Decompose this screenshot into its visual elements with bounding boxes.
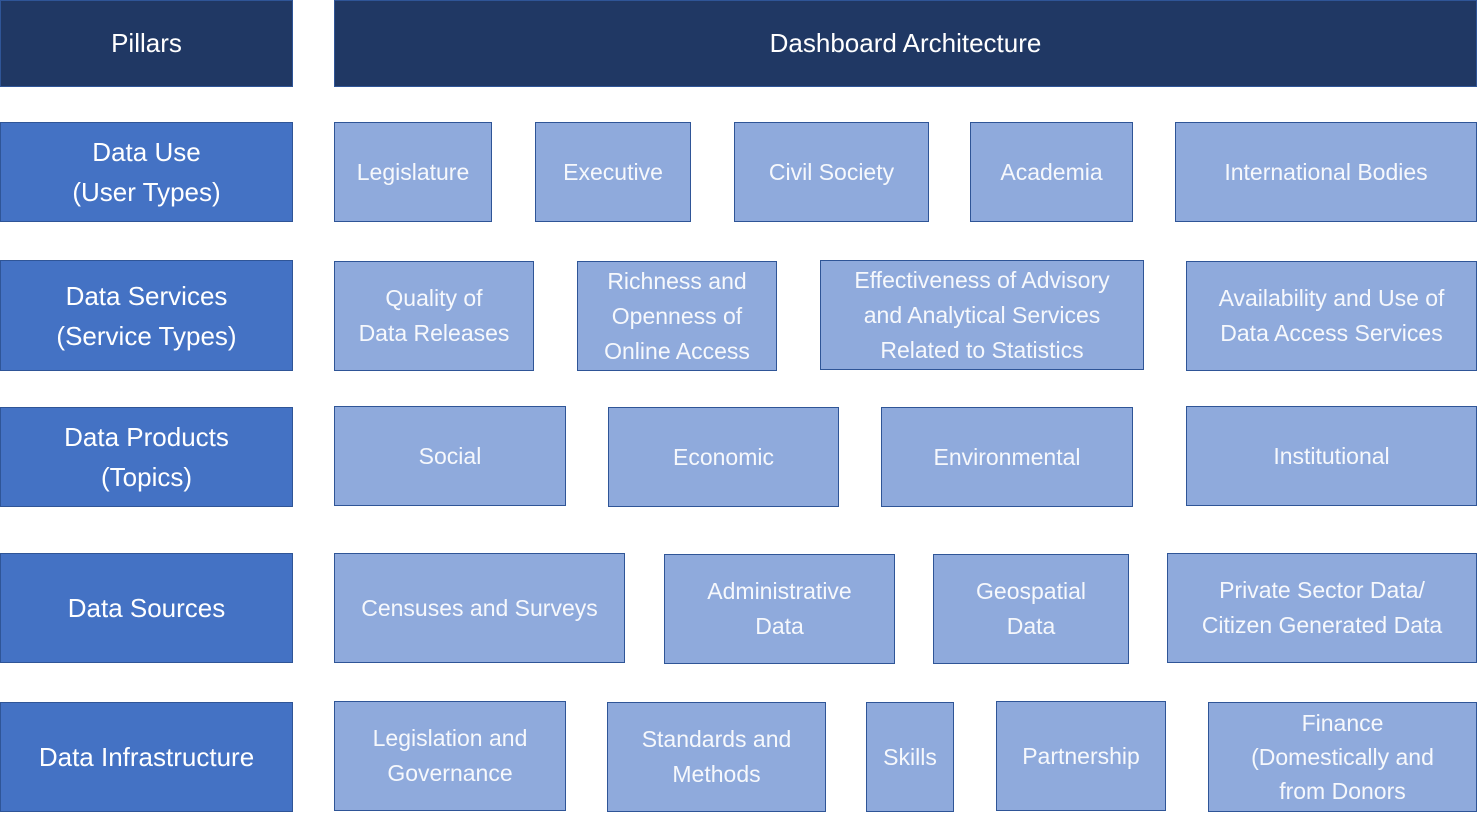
item-social: Social <box>334 406 566 506</box>
item-standards-methods: Standards and Methods <box>607 702 826 812</box>
item-environmental: Environmental <box>881 407 1133 507</box>
dashboard-architecture-header: Dashboard Architecture <box>334 0 1477 87</box>
item-quality-of-data-releases: Quality of Data Releases <box>334 261 534 371</box>
item-administrative-data: Administrative Data <box>664 554 895 664</box>
pillar-data-use: Data Use (User Types) <box>0 122 293 222</box>
item-partnership: Partnership <box>996 701 1166 811</box>
item-geospatial-data: Geospatial Data <box>933 554 1129 664</box>
item-academia: Academia <box>970 122 1133 222</box>
item-effectiveness-advisory-services: Effectiveness of Advisory and Analytical… <box>820 260 1144 370</box>
item-legislation-governance: Legislation and Governance <box>334 701 566 811</box>
pillar-data-sources: Data Sources <box>0 553 293 663</box>
item-censuses-surveys: Censuses and Surveys <box>334 553 625 663</box>
item-economic: Economic <box>608 407 839 507</box>
item-civil-society: Civil Society <box>734 122 929 222</box>
item-international-bodies: International Bodies <box>1175 122 1477 222</box>
item-legislature: Legislature <box>334 122 492 222</box>
item-private-sector-citizen-data: Private Sector Data/ Citizen Generated D… <box>1167 553 1477 663</box>
pillar-data-products: Data Products (Topics) <box>0 407 293 507</box>
item-finance: Finance (Domestically and from Donors <box>1208 702 1477 812</box>
pillar-data-infrastructure: Data Infrastructure <box>0 702 293 812</box>
item-skills: Skills <box>866 702 954 812</box>
item-richness-openness-online-access: Richness and Openness of Online Access <box>577 261 777 371</box>
item-availability-data-access-services: Availability and Use of Data Access Serv… <box>1186 261 1477 371</box>
item-executive: Executive <box>535 122 691 222</box>
item-institutional: Institutional <box>1186 406 1477 506</box>
pillar-data-services: Data Services (Service Types) <box>0 260 293 371</box>
pillars-header: Pillars <box>0 0 293 87</box>
